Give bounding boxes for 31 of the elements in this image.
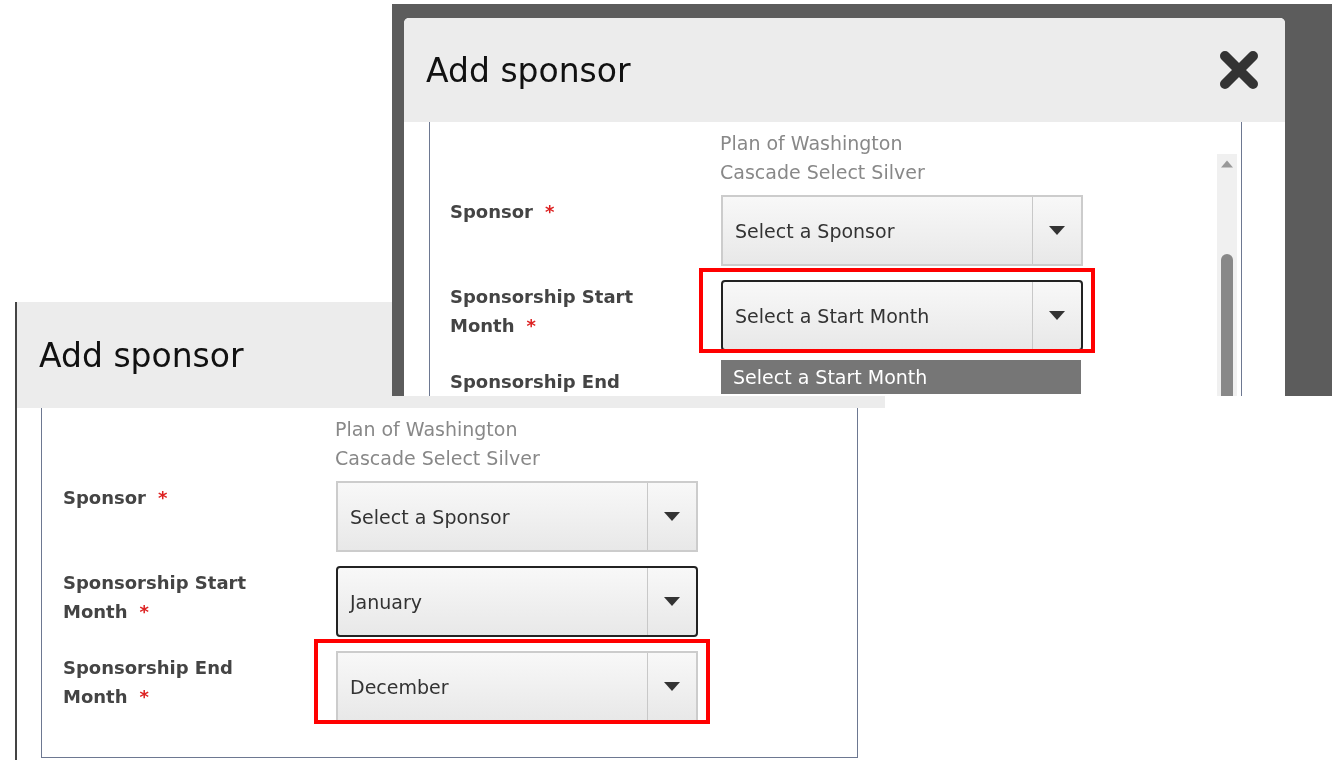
dialog-title: Add sponsor bbox=[39, 335, 244, 375]
plan-name: Plan of Washington bbox=[335, 417, 518, 442]
dropdown-field[interactable]: December bbox=[336, 651, 698, 722]
dialog-title: Add sponsor bbox=[426, 50, 631, 90]
field-label: Sponsorship End Month * bbox=[62, 656, 234, 709]
caret-icon bbox=[664, 597, 680, 606]
required-asterisk: * bbox=[158, 487, 168, 508]
dropdown-option[interactable]: Select a Start Month bbox=[721, 360, 1081, 394]
field-label: Sponsor * bbox=[62, 486, 169, 510]
caret-icon bbox=[664, 512, 680, 521]
dropdown-field[interactable]: January bbox=[336, 566, 698, 637]
required-asterisk: * bbox=[139, 601, 149, 622]
triangle-up-icon[interactable] bbox=[1221, 160, 1233, 168]
dropdown-field[interactable]: Select a Sponsor bbox=[721, 195, 1083, 266]
field-label: Sponsorship Start Month * bbox=[62, 571, 248, 624]
close-button[interactable] bbox=[1219, 50, 1259, 90]
field-label: Sponsor * bbox=[449, 200, 556, 224]
scrollbar[interactable] bbox=[1217, 154, 1237, 396]
caret-icon bbox=[1049, 226, 1065, 235]
plan-name: Plan of Washington bbox=[720, 131, 903, 156]
caret-icon bbox=[1049, 311, 1065, 320]
dropdown-field[interactable]: Select a Start Month bbox=[721, 280, 1083, 351]
dropdown-field[interactable]: Select a Sponsor bbox=[336, 481, 698, 552]
required-asterisk: * bbox=[545, 201, 555, 222]
required-asterisk: * bbox=[526, 315, 536, 336]
field-label: Sponsorship End bbox=[449, 370, 621, 394]
plan-name: Cascade Select Silver bbox=[335, 446, 540, 471]
caret-icon bbox=[664, 682, 680, 691]
plan-name: Cascade Select Silver bbox=[720, 160, 925, 185]
required-asterisk: * bbox=[139, 686, 149, 707]
field-label: Sponsorship Start Month * bbox=[449, 285, 635, 338]
